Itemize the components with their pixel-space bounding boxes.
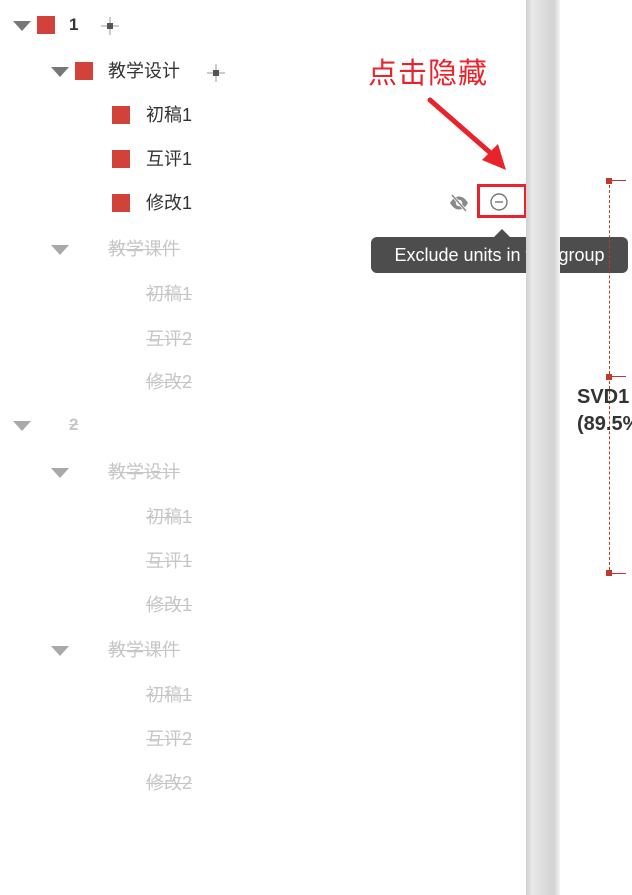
chart-label-line1: SVD1	[577, 386, 630, 408]
unit-color-swatch[interactable]	[112, 150, 130, 168]
tree-leaf-unit-disabled[interactable]: 互评2	[0, 324, 240, 354]
tree-node-subgroup[interactable]: 教学设计	[0, 56, 260, 86]
tree-leaf-unit-disabled[interactable]: 互评1	[0, 546, 240, 576]
group-label: 2	[69, 415, 79, 434]
tree-leaf-unit[interactable]: 互评1	[0, 144, 240, 174]
unit-label: 修改2	[146, 372, 193, 392]
unit-label: 互评1	[146, 551, 193, 571]
unit-label: 初稿1	[146, 685, 193, 705]
tree-leaf-unit-disabled[interactable]: 初稿1	[0, 279, 240, 309]
caret-down-icon[interactable]	[13, 421, 31, 431]
tree-node-group-1[interactable]: 1	[0, 10, 240, 40]
annotation-arrow-icon	[427, 97, 506, 170]
tree-node-subgroup-disabled[interactable]: 教学课件	[0, 234, 260, 264]
tree-leaf-unit-disabled[interactable]: 修改2	[0, 768, 240, 798]
chart-tick	[612, 180, 626, 181]
unit-label: 修改2	[146, 773, 193, 793]
group-color-swatch[interactable]	[37, 16, 55, 34]
unit-label: 修改1	[146, 193, 193, 213]
eye-slash-icon[interactable]	[448, 192, 470, 214]
tooltip: Exclude units in this group	[371, 237, 628, 273]
panel-splitter[interactable]	[526, 0, 560, 895]
tree-leaf-unit[interactable]: 初稿1	[0, 100, 240, 130]
tree-leaf-unit-disabled[interactable]: 互评2	[0, 724, 240, 754]
tree-leaf-unit-disabled[interactable]: 修改1	[0, 590, 240, 620]
caret-down-icon[interactable]	[13, 21, 31, 31]
chart-tick	[612, 376, 626, 377]
subgroup-label: 教学课件	[108, 239, 180, 259]
unit-label: 互评1	[146, 149, 193, 169]
annotation-label: 点击隐藏	[368, 56, 489, 90]
tree-leaf-unit[interactable]: 修改1	[0, 188, 526, 218]
highlight-box	[477, 184, 527, 218]
chart-tick	[612, 573, 626, 574]
unit-label: 初稿1	[146, 105, 193, 125]
unit-color-swatch[interactable]	[112, 106, 130, 124]
tree-leaf-unit-disabled[interactable]: 初稿1	[0, 680, 240, 710]
tree-leaf-unit-disabled[interactable]: 初稿1	[0, 502, 240, 532]
unit-color-swatch[interactable]	[112, 194, 130, 212]
group-color-swatch[interactable]	[75, 62, 93, 80]
tree-node-subgroup-disabled[interactable]: 教学设计	[0, 457, 260, 487]
group-label: 1	[69, 15, 79, 34]
unit-label: 初稿1	[146, 284, 193, 304]
tree-leaf-unit-disabled[interactable]: 修改2	[0, 367, 240, 397]
chart-marker	[606, 178, 612, 184]
caret-down-icon[interactable]	[51, 67, 69, 77]
caret-down-icon[interactable]	[51, 646, 69, 656]
unit-label: 初稿1	[146, 507, 193, 527]
move-icon[interactable]	[205, 62, 227, 84]
subgroup-label: 教学设计	[108, 61, 180, 81]
caret-down-icon[interactable]	[51, 468, 69, 478]
chart-marker	[606, 374, 612, 380]
unit-label: 互评2	[146, 329, 193, 349]
caret-down-icon[interactable]	[51, 245, 69, 255]
tree-node-subgroup-disabled[interactable]: 教学课件	[0, 635, 260, 665]
move-icon[interactable]	[99, 15, 121, 37]
tree-node-group-2-disabled[interactable]: 2	[0, 410, 240, 440]
tooltip-arrow	[494, 229, 510, 237]
unit-label: 修改1	[146, 595, 193, 615]
subgroup-label: 教学课件	[108, 640, 180, 660]
unit-label: 互评2	[146, 729, 193, 749]
subgroup-label: 教学设计	[108, 462, 180, 482]
chart-label-line2: (89.5%	[577, 413, 632, 435]
